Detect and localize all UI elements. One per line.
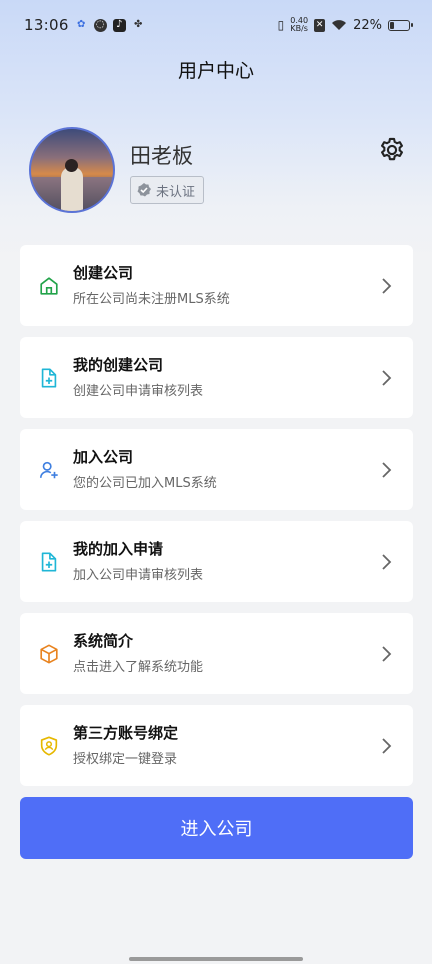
app-swirl-icon: ◌	[93, 18, 107, 32]
chevron-right-icon	[382, 554, 392, 570]
menu-item-my-created-companies[interactable]: 我的创建公司 创建公司申请审核列表	[20, 337, 413, 418]
status-bar: 13:06 ✿ ◌ ♪ ✤ ▯ 0.40 KB/s ✕ 22%	[0, 0, 432, 50]
settings-gear-icon[interactable]	[378, 136, 406, 164]
chevron-right-icon	[382, 646, 392, 662]
menu-item-subtitle: 授权绑定一键登录	[73, 752, 178, 767]
menu-item-subtitle: 您的公司已加入MLS系统	[73, 476, 217, 491]
chevron-right-icon	[382, 738, 392, 754]
menu-item-system-intro[interactable]: 系统简介 点击进入了解系统功能	[20, 613, 413, 694]
menu-item-title: 第三方账号绑定	[73, 724, 179, 742]
file-add-icon	[41, 552, 57, 572]
menu-item-title: 加入公司	[73, 448, 134, 466]
battery-percent: 22%	[353, 17, 382, 33]
baidu-paw-icon: ✿	[77, 19, 86, 30]
cube-icon	[40, 644, 58, 664]
wifi-icon	[332, 20, 347, 30]
verify-status-badge[interactable]: 未认证	[130, 176, 205, 204]
battery-icon	[388, 19, 413, 31]
enter-company-button[interactable]: 进入公司	[20, 797, 413, 859]
home-indicator[interactable]	[129, 957, 303, 961]
menu-item-third-party-binding[interactable]: 第三方账号绑定 授权绑定一键登录	[20, 705, 413, 786]
shield-user-icon	[40, 736, 58, 756]
avatar[interactable]	[29, 127, 115, 213]
menu-item-subtitle: 所在公司尚未注册MLS系统	[73, 292, 230, 307]
menu-item-subtitle: 创建公司申请审核列表	[73, 384, 204, 399]
menu-item-join-company[interactable]: 加入公司 您的公司已加入MLS系统	[20, 429, 413, 510]
menu-item-subtitle: 加入公司申请审核列表	[73, 568, 204, 583]
menu-item-my-join-requests[interactable]: 我的加入申请 加入公司申请审核列表	[20, 521, 413, 602]
vibrate-icon: ▯	[277, 18, 285, 32]
pinwheel-icon: ✤	[134, 19, 143, 30]
no-sim-icon: ✕	[314, 18, 326, 32]
menu-item-subtitle: 点击进入了解系统功能	[73, 660, 204, 675]
network-speed: 0.40 KB/s	[290, 16, 309, 33]
menu-item-create-company[interactable]: 创建公司 所在公司尚未注册MLS系统	[20, 245, 413, 326]
user-name: 田老板	[130, 144, 193, 168]
chevron-right-icon	[382, 370, 392, 386]
menu-item-title: 创建公司	[73, 264, 134, 282]
menu-item-title: 系统简介	[73, 632, 134, 650]
verified-check-icon	[137, 183, 151, 197]
user-add-icon	[39, 461, 58, 479]
menu-item-title: 我的加入申请	[73, 540, 164, 558]
chevron-right-icon	[382, 278, 392, 294]
menu-list: 创建公司 所在公司尚未注册MLS系统 我的创建公司 创建公司申请审核列表 加入公…	[20, 245, 413, 797]
status-time: 13:06	[24, 16, 69, 34]
chevron-right-icon	[382, 462, 392, 478]
home-icon	[40, 277, 58, 295]
page-title: 用户中心	[177, 60, 254, 82]
tiktok-icon: ♪	[112, 18, 126, 32]
file-add-icon	[41, 368, 57, 388]
menu-item-title: 我的创建公司	[73, 356, 164, 374]
verify-status-label: 未认证	[156, 184, 196, 200]
